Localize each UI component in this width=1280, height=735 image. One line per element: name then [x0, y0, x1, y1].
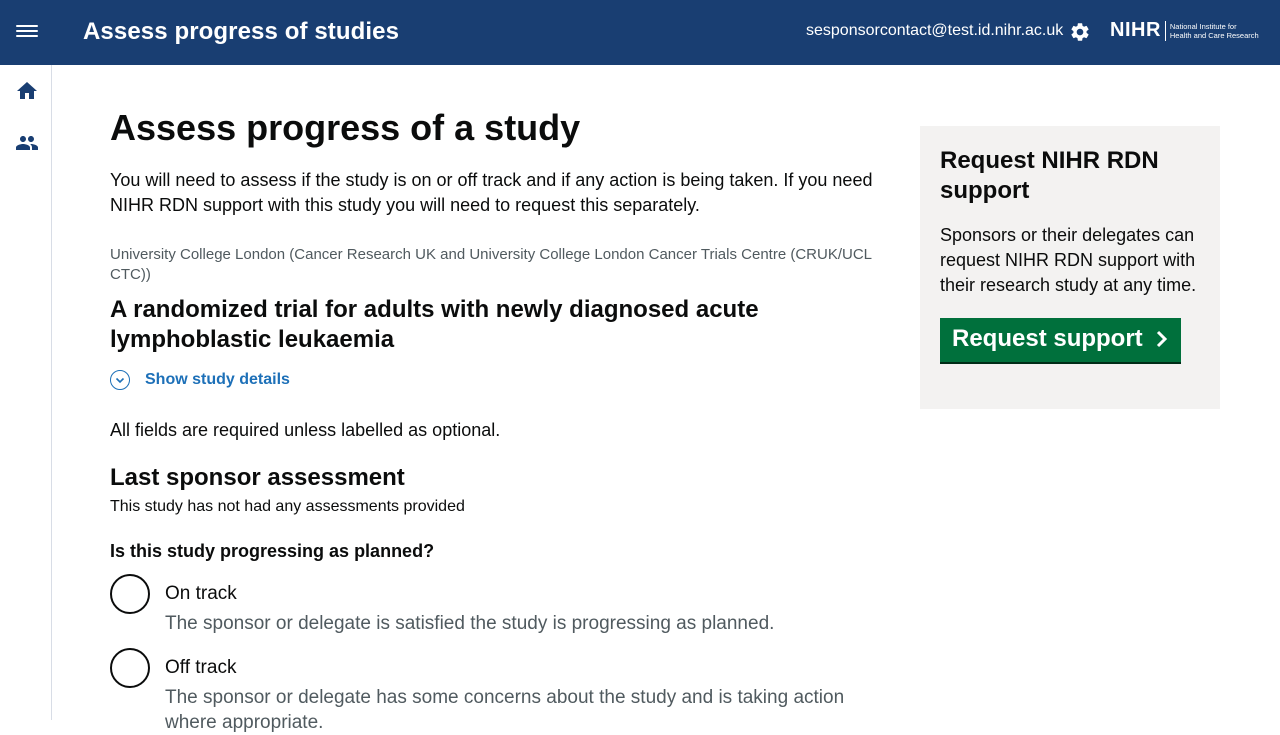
- last-assessment-heading: Last sponsor assessment: [110, 464, 405, 491]
- request-support-button-label: Request support: [952, 325, 1143, 352]
- sidebar: [0, 65, 52, 720]
- gear-icon[interactable]: [1069, 21, 1091, 43]
- progress-question: Is this study progressing as planned?: [110, 541, 435, 561]
- study-title: A randomized trial for adults with newly…: [110, 296, 759, 353]
- off-track-radio[interactable]: [110, 648, 150, 688]
- sponsor-organisation: University College London (Cancer Resear…: [110, 246, 872, 283]
- on-track-radio[interactable]: [110, 574, 150, 614]
- show-details-label: Show study details: [145, 371, 290, 388]
- main-content: Assess progress of a study You will need…: [110, 100, 890, 735]
- on-track-hint: The sponsor or delegate is satisfied the…: [165, 613, 775, 634]
- intro-text: You will need to assess if the study is …: [110, 170, 873, 215]
- off-track-hint: The sponsor or delegate has some concern…: [165, 687, 845, 733]
- logo-text: NIHR: [1110, 19, 1161, 41]
- required-fields-note: All fields are required unless labelled …: [110, 420, 501, 440]
- chevron-right-icon: [1156, 330, 1167, 348]
- radio-option-on-track[interactable]: On track The sponsor or delegate is sati…: [110, 574, 890, 636]
- home-icon[interactable]: [15, 79, 39, 103]
- logo-tagline-line-2: Health and Care Research: [1169, 30, 1259, 40]
- top-header: Assess progress of studies sesponsorcont…: [0, 0, 1280, 65]
- logo-tagline-line-1: National Institute for: [1169, 21, 1237, 31]
- request-support-panel: Request NIHR RDN support Sponsors or the…: [920, 126, 1220, 409]
- request-support-text: Sponsors or their delegates can request …: [940, 225, 1197, 295]
- menu-icon[interactable]: [16, 22, 38, 42]
- chevron-down-icon: [110, 370, 130, 390]
- last-assessment-text: This study has not had any assessments p…: [110, 498, 465, 515]
- request-support-button[interactable]: Request support: [940, 318, 1181, 362]
- request-support-heading: Request NIHR RDN support: [940, 147, 1159, 204]
- user-email: sesponsorcontact@test.id.nihr.ac.uk: [806, 22, 1064, 39]
- app-title: Assess progress of studies: [83, 18, 400, 45]
- nihr-logo: NIHR National Institute for Health and C…: [1110, 19, 1259, 42]
- logo-divider: [1164, 20, 1166, 41]
- people-icon[interactable]: [15, 131, 39, 155]
- show-study-details-toggle[interactable]: Show study details: [110, 370, 890, 390]
- radio-option-off-track[interactable]: Off track The sponsor or delegate has so…: [110, 648, 890, 735]
- on-track-label[interactable]: On track: [165, 581, 774, 606]
- page-title: Assess progress of a study: [110, 107, 581, 148]
- off-track-label[interactable]: Off track: [165, 655, 890, 680]
- logo-tagline: National Institute for Health and Care R…: [1170, 22, 1259, 40]
